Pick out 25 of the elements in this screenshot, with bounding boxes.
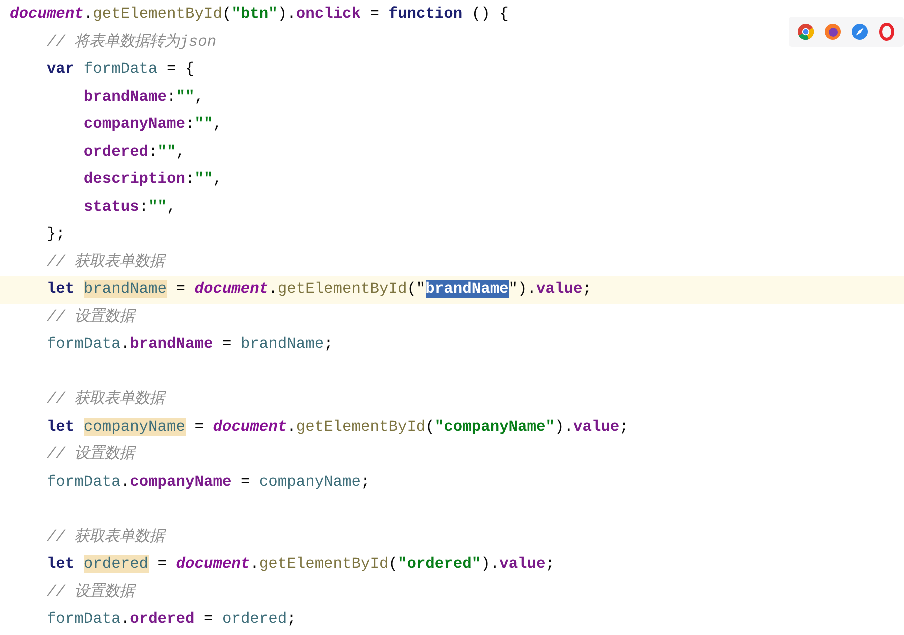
code-line: brandName:"", (82, 86, 204, 108)
code-line: status:"", (82, 196, 176, 218)
code-line: document.getElementById("btn").onclick = function () { (9, 4, 509, 25)
code-line: companyName:"", (82, 114, 222, 135)
code-comment: // 设置数据 (46, 444, 135, 465)
code-line: let brandName = document.getElementById("brandName").value; (46, 279, 592, 300)
code-comment: // 将表单数据转为json (46, 32, 217, 52)
code-comment: // 设置数据 (46, 582, 135, 602)
code-line: let companyName = document.getElementById("companyName").value; (46, 416, 629, 438)
compass-icon[interactable] (851, 23, 869, 41)
code-line: }; (46, 224, 66, 245)
code-line: formData.ordered = ordered; (46, 609, 296, 630)
code-comment: // 获取表单数据 (46, 252, 165, 272)
globe-icon[interactable] (824, 23, 842, 41)
code-comment: // 设置数据 (46, 306, 135, 328)
code-line: ordered:"", (82, 142, 186, 162)
tricolor-circle-icon[interactable] (797, 23, 815, 41)
code-line: description:"", (82, 169, 222, 190)
ring-icon[interactable] (878, 23, 896, 41)
code-line: formData.companyName = companyName; (46, 472, 370, 492)
code-line: formData.brandName = brandName; (46, 334, 334, 355)
code-line: let ordered = document.getElementById("ordered").value; (46, 554, 556, 575)
code-comment: // 获取表单数据 (46, 389, 165, 410)
code-comment: // 获取表单数据 (46, 526, 165, 548)
code-line: var formData = { (46, 59, 195, 80)
